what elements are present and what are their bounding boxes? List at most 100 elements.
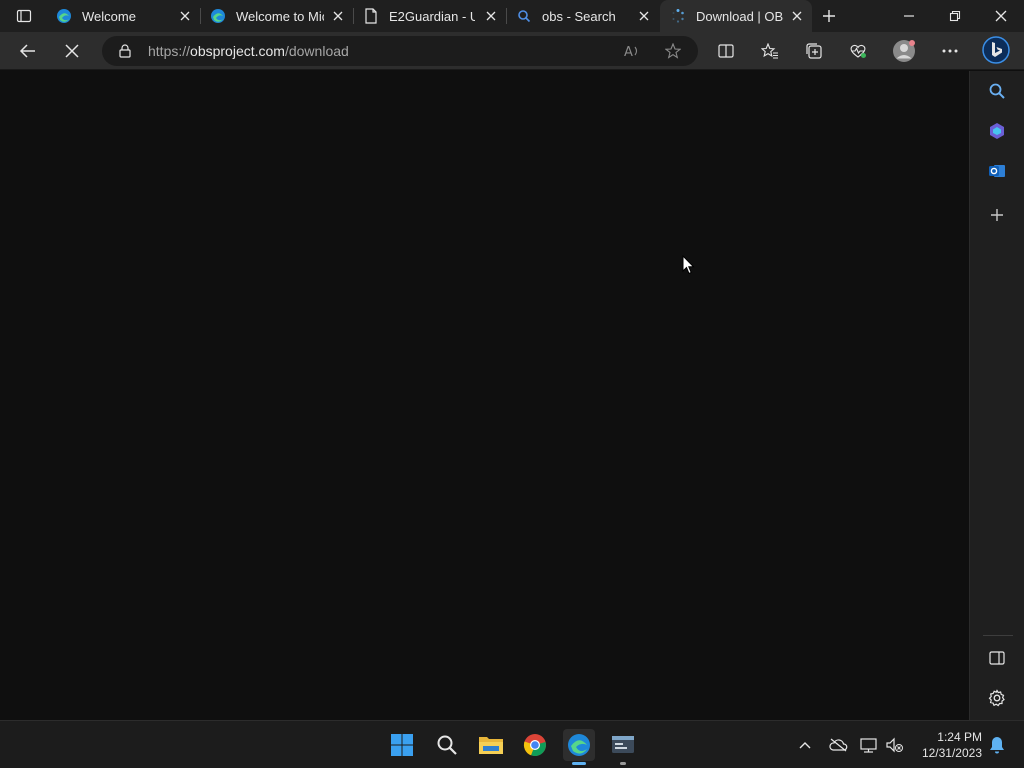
clock-time: 1:24 PM xyxy=(937,730,982,744)
tab-obs-search[interactable]: obs - Search xyxy=(506,0,659,32)
edge-sidebar xyxy=(969,71,1024,720)
tab-title: E2Guardian - Un xyxy=(389,8,475,24)
plus-icon xyxy=(823,10,835,22)
tab-download-obs[interactable]: Download | OBS xyxy=(660,0,812,32)
onedrive-button[interactable] xyxy=(828,735,848,755)
bell-icon xyxy=(990,737,1004,754)
folder-icon xyxy=(479,737,503,754)
start-button[interactable] xyxy=(386,729,418,761)
tab-e2guardian[interactable]: E2Guardian - Un xyxy=(353,0,506,32)
sidebar-copilot-button[interactable] xyxy=(986,120,1008,142)
show-hidden-icons-button[interactable] xyxy=(795,735,815,755)
url-path: /download xyxy=(284,43,349,59)
page-content[interactable] xyxy=(0,71,969,720)
search-icon xyxy=(437,735,457,755)
close-tab-icon[interactable] xyxy=(790,9,804,23)
notifications-button[interactable] xyxy=(987,735,1007,755)
copilot-button[interactable] xyxy=(981,35,1011,65)
close-tab-icon[interactable] xyxy=(484,9,498,23)
window-controls xyxy=(886,0,1024,32)
heartbeat-icon xyxy=(850,44,866,58)
avatar xyxy=(893,40,915,62)
terminal-app-button[interactable] xyxy=(607,729,639,765)
profile-button[interactable] xyxy=(890,39,918,63)
navigation-bar: https://obsproject.com/download A xyxy=(0,32,1024,70)
sidebar-outlook-button[interactable] xyxy=(986,160,1008,182)
tab-title: Download | OBS xyxy=(696,8,784,24)
cloud-offline-icon xyxy=(829,738,848,752)
favorites-icon xyxy=(761,43,778,59)
tab-bar: Welcome Welcome to Mic E2Guardian - Un o… xyxy=(0,0,1024,32)
tab-title: obs - Search xyxy=(542,8,616,24)
lock-icon[interactable] xyxy=(118,44,132,58)
document-icon xyxy=(363,8,379,24)
url-host: obsproject.com xyxy=(190,43,285,59)
close-tab-icon[interactable] xyxy=(331,9,345,23)
restore-icon xyxy=(949,10,961,22)
edge-taskbar-button[interactable] xyxy=(563,729,595,765)
browser-essentials-button[interactable] xyxy=(844,39,872,63)
taskbar-search-button[interactable] xyxy=(431,729,463,761)
sidebar-divider xyxy=(983,635,1013,636)
back-button[interactable] xyxy=(14,39,42,63)
file-explorer-button[interactable] xyxy=(475,729,507,761)
taskbar: 1:24 PM 12/31/2023 xyxy=(0,720,1024,768)
new-tab-button[interactable] xyxy=(818,6,840,26)
sidebar-panel-icon xyxy=(989,651,1005,665)
clock-date: 12/31/2023 xyxy=(921,746,982,760)
sidebar-search-button[interactable] xyxy=(986,80,1008,102)
mouse-cursor-icon xyxy=(682,255,695,275)
collections-button[interactable] xyxy=(800,39,828,63)
network-button[interactable] xyxy=(859,735,879,755)
more-icon xyxy=(942,49,958,53)
split-screen-icon xyxy=(718,44,734,58)
sidebar-add-button[interactable] xyxy=(986,204,1008,226)
close-icon xyxy=(995,10,1007,22)
collections-icon xyxy=(806,43,822,59)
restore-button[interactable] xyxy=(932,0,978,32)
split-screen-button[interactable] xyxy=(712,39,740,63)
favorite-star-icon[interactable] xyxy=(663,42,683,60)
close-tab-icon[interactable] xyxy=(637,9,651,23)
search-icon xyxy=(989,83,1005,99)
back-arrow-icon xyxy=(19,44,35,58)
loading-icon xyxy=(670,8,686,24)
window-app-icon xyxy=(612,736,634,753)
hide-sidebar-button[interactable] xyxy=(986,647,1008,669)
volume-button[interactable] xyxy=(885,735,905,755)
edge-icon xyxy=(568,734,590,756)
search-icon xyxy=(516,8,532,24)
tab-actions-icon xyxy=(16,9,32,23)
tab-actions-button[interactable] xyxy=(10,6,38,26)
url-scheme: https:// xyxy=(148,43,191,59)
close-window-button[interactable] xyxy=(978,0,1024,32)
close-tab-icon[interactable] xyxy=(178,9,192,23)
chrome-icon xyxy=(523,734,546,757)
gear-icon xyxy=(988,689,1005,707)
minimize-icon xyxy=(904,15,914,17)
running-app-indicator xyxy=(620,762,626,765)
stop-loading-button[interactable] xyxy=(58,39,86,63)
settings-more-button[interactable] xyxy=(936,39,964,63)
bing-icon xyxy=(982,36,1010,64)
tab-title: Welcome xyxy=(82,8,136,24)
plus-icon xyxy=(991,209,1003,221)
windows-start-icon xyxy=(391,734,413,756)
edge-icon xyxy=(210,8,226,24)
tab-title: Welcome to Mic xyxy=(236,8,324,24)
tab-welcome[interactable]: Welcome xyxy=(46,0,200,32)
system-clock[interactable]: 1:24 PM 12/31/2023 xyxy=(912,729,982,761)
stop-icon xyxy=(65,44,79,58)
copilot-icon xyxy=(990,123,1004,139)
url-text[interactable]: https://obsproject.com/download xyxy=(148,43,349,59)
chrome-button[interactable] xyxy=(519,729,551,761)
outlook-icon xyxy=(989,165,1005,177)
minimize-button[interactable] xyxy=(886,0,932,32)
edge-icon xyxy=(56,8,72,24)
tab-welcome-microsoft[interactable]: Welcome to Mic xyxy=(200,0,353,32)
network-icon xyxy=(860,738,877,753)
read-aloud-icon[interactable]: A xyxy=(622,42,642,60)
favorites-button[interactable] xyxy=(756,39,784,63)
sidebar-settings-button[interactable] xyxy=(986,687,1008,709)
address-bar[interactable]: https://obsproject.com/download A xyxy=(102,36,698,66)
